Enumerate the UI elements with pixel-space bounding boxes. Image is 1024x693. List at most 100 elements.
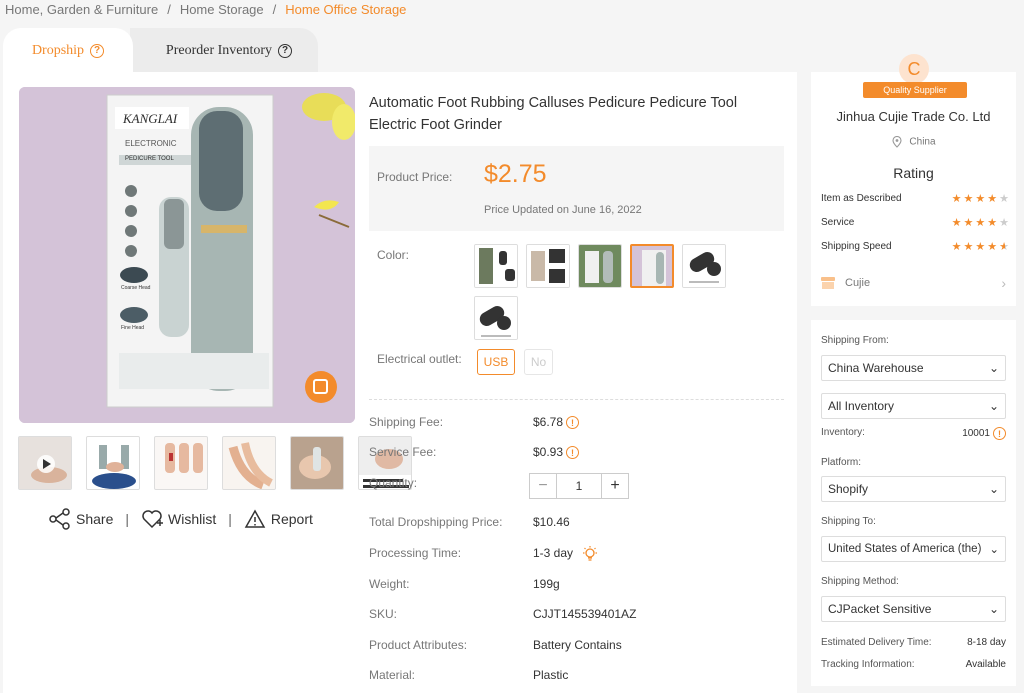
outlet-label: Electrical outlet: xyxy=(377,352,462,366)
outlet-option-usb[interactable]: USB xyxy=(477,349,515,375)
rating-row: Service ★★★★★ xyxy=(821,216,1011,229)
material-label: Material: xyxy=(369,668,416,682)
select-value: China Warehouse xyxy=(828,361,924,375)
tab-preorder-inventory[interactable]: Preorder Inventory ? xyxy=(130,28,318,73)
inventory-label: Inventory: xyxy=(821,427,865,438)
share-icon xyxy=(49,508,70,530)
action-separator: | xyxy=(125,511,129,527)
product-actions: Share | Wishlist | Report xyxy=(49,508,313,530)
help-icon[interactable]: ? xyxy=(278,43,293,58)
help-icon[interactable]: ? xyxy=(90,43,105,58)
product-main-image[interactable]: KANGLAI ELECTRONIC PEDICURE TOOL Coarse … xyxy=(19,87,355,423)
product-title: Automatic Foot Rubbing Calluses Pedicure… xyxy=(369,95,738,133)
shipping-to-label: Shipping To: xyxy=(821,516,876,527)
platform-label: Platform: xyxy=(821,457,862,468)
supplier-location: China xyxy=(811,135,1016,148)
service-fee-label: Service Fee: xyxy=(369,445,437,459)
thumbnail-image[interactable] xyxy=(290,436,344,490)
material-value: Plastic xyxy=(533,668,569,682)
shipping-card: Shipping From: China Warehouse ⌄ All Inve… xyxy=(811,320,1016,686)
share-button[interactable]: Share xyxy=(49,508,113,530)
wishlist-label: Wishlist xyxy=(168,511,217,527)
warning-icon xyxy=(244,509,266,528)
processing-value: 1-3 day xyxy=(533,546,598,562)
shipping-to-select[interactable]: United States of America (the) ⌄ xyxy=(821,536,1006,562)
breadcrumb-item-home-storage[interactable]: Home Storage xyxy=(180,2,264,17)
tab-bar: Preorder Inventory ? Dropship ? xyxy=(3,28,333,73)
thumbnail-strip xyxy=(18,436,412,490)
rating-label: Item as Described xyxy=(821,193,902,204)
shipping-fee-value: $6.78! xyxy=(533,415,580,430)
platform-select[interactable]: Shopify ⌄ xyxy=(821,476,1006,502)
supplier-card: C Quality Supplier Jinhua Cujie Trade Co… xyxy=(811,54,1016,306)
tab-label: Dropship xyxy=(31,42,85,58)
tab-dropship[interactable]: Dropship ? xyxy=(3,28,133,73)
rating-row: Shipping Speed ★★★★★ xyxy=(821,240,1011,253)
info-icon[interactable]: ! xyxy=(566,416,580,430)
report-label: Report xyxy=(270,511,313,527)
color-swatch[interactable] xyxy=(682,244,726,288)
thumbnail-video[interactable] xyxy=(18,436,72,490)
supplier-avatar: C xyxy=(899,54,929,84)
supplier-shop-link[interactable]: Cujie › xyxy=(821,275,1006,291)
breadcrumb-separator: / xyxy=(167,2,171,17)
supplier-name[interactable]: Jinhua Cujie Trade Co. Ltd xyxy=(811,109,1016,124)
rating-label: Shipping Speed xyxy=(821,241,892,252)
tracking-value: Available xyxy=(965,659,1006,670)
chevron-right-icon: › xyxy=(1001,275,1006,291)
location-text: China xyxy=(909,136,936,148)
color-swatch[interactable] xyxy=(526,244,570,288)
info-icon[interactable]: ! xyxy=(566,446,580,460)
thumbnail-image[interactable] xyxy=(86,436,140,490)
decrement-button[interactable]: − xyxy=(530,474,556,498)
color-swatch-selected[interactable] xyxy=(630,244,674,288)
lightbulb-icon xyxy=(583,546,598,561)
thumbnail-image[interactable] xyxy=(222,436,276,490)
breadcrumb-separator: / xyxy=(272,2,277,17)
shipping-method-label: Shipping Method: xyxy=(821,576,899,587)
increment-button[interactable]: + xyxy=(602,474,628,498)
quantity-stepper: − 1 + xyxy=(529,473,629,499)
total-value: $10.46 xyxy=(533,515,570,529)
chevron-down-icon: ⌄ xyxy=(988,399,999,413)
location-pin-icon xyxy=(892,135,902,148)
wishlist-button[interactable]: Wishlist xyxy=(141,509,216,529)
shipping-fee-label: Shipping Fee: xyxy=(369,415,444,429)
price-label: Product Price: xyxy=(377,170,453,184)
delivery-value: 8-18 day xyxy=(967,637,1006,648)
breadcrumb-item-home-garden[interactable]: Home, Garden & Furniture xyxy=(5,2,158,17)
star-rating: ★★★★★ xyxy=(951,241,1011,253)
package-line1: ELECTRONIC xyxy=(125,139,177,148)
attributes-label: Product Attributes: xyxy=(369,638,468,652)
chevron-down-icon: ⌄ xyxy=(988,602,999,616)
thumbnail-image[interactable] xyxy=(154,436,208,490)
inventory-amount: 10001 xyxy=(962,428,990,440)
chevron-down-icon: ⌄ xyxy=(988,482,999,496)
heart-plus-icon xyxy=(142,510,163,529)
share-label: Share xyxy=(76,511,114,527)
breadcrumb-current[interactable]: Home Office Storage xyxy=(285,2,406,17)
sku-value: CJJT145539401AZ xyxy=(533,607,637,621)
shop-name: Cujie xyxy=(845,277,871,289)
color-swatch[interactable] xyxy=(474,244,518,288)
shipping-from-select[interactable]: China Warehouse ⌄ xyxy=(821,355,1006,381)
inventory-value: 10001! xyxy=(962,427,1006,440)
color-swatch[interactable] xyxy=(474,296,518,340)
quantity-input[interactable]: 1 xyxy=(556,474,602,498)
breadcrumb: Home, Garden & Furniture / Home Storage … xyxy=(5,2,406,17)
weight-label: Weight: xyxy=(369,577,410,591)
outlet-option-no[interactable]: No xyxy=(524,349,553,375)
package-brand: KANGLAI xyxy=(123,111,178,126)
info-icon[interactable]: ! xyxy=(993,427,1006,440)
shipping-method-select[interactable]: CJPacket Sensitive ⌄ xyxy=(821,596,1006,622)
select-value: United States of America (the) xyxy=(828,543,982,555)
store-icon xyxy=(821,277,835,289)
inventory-select[interactable]: All Inventory ⌄ xyxy=(821,393,1006,419)
weight-value: 199g xyxy=(533,577,560,591)
star-rating: ★★★★★ xyxy=(951,193,1011,205)
report-button[interactable]: Report xyxy=(244,509,313,529)
rating-label: Service xyxy=(821,217,855,228)
price-box: Product Price: $2.75 Price Updated on Ju… xyxy=(369,146,784,231)
color-label: Color: xyxy=(377,248,410,262)
color-swatch[interactable] xyxy=(578,244,622,288)
